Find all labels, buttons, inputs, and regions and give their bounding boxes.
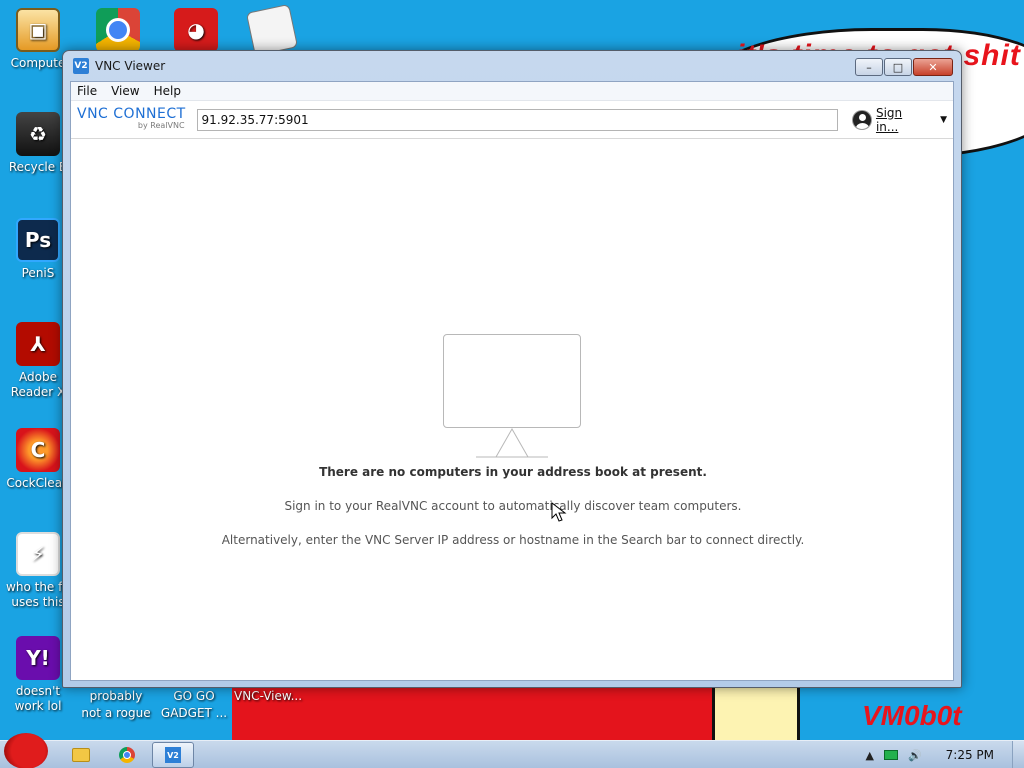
vnc-viewer-window: V2 VNC Viewer – □ ✕ File View Help VNC C… <box>62 50 962 688</box>
vnc-connect-logo: VNC CONNECT by RealVNC <box>77 105 191 131</box>
photoshop-icon: Ps <box>16 218 60 262</box>
empty-state-direct-connect-hint: Alternatively, enter the VNC Server IP a… <box>221 533 805 547</box>
desktop-icon-label: VNC-View... <box>234 689 303 703</box>
desktop-icon-label: GO GO GADGET ... <box>160 689 228 720</box>
close-button[interactable]: ✕ <box>913 58 953 76</box>
window-title: VNC Viewer <box>95 59 166 73</box>
angry-bird-icon: ◕ <box>174 8 218 52</box>
adobe-reader-icon: ⅄ <box>16 322 60 366</box>
desktop-icon-vnc-viewer[interactable]: VNC-View... <box>234 688 306 705</box>
bolt-icon: ⚡ <box>16 532 60 576</box>
vnc-app-icon: V2 <box>73 58 89 74</box>
network-icon[interactable] <box>883 750 898 760</box>
mouse-cursor-icon <box>551 502 567 522</box>
window-controls: – □ ✕ <box>854 58 953 76</box>
desktop-icon-angry-birds[interactable]: ◕ <box>158 8 234 56</box>
show-hidden-icons-button[interactable]: ▲ <box>865 749 873 762</box>
menu-view[interactable]: View <box>111 84 139 98</box>
menu-file[interactable]: File <box>77 84 97 98</box>
taskbar-chrome-button[interactable] <box>106 742 148 768</box>
address-search-input[interactable] <box>196 108 839 131</box>
empty-state-signin-hint: Sign in to your RealVNC account to autom… <box>284 499 742 513</box>
sign-in-label: Sign in... <box>875 105 903 134</box>
minimize-button[interactable]: – <box>855 58 883 76</box>
explorer-icon <box>72 748 90 762</box>
toolbar: VNC CONNECT by RealVNC Sign in... ▼ <box>71 101 953 139</box>
volume-icon[interactable]: 🔊 <box>908 749 922 762</box>
ccleaner-icon: C <box>16 428 60 472</box>
user-avatar-icon <box>852 109 872 130</box>
system-tray: ▲ 🔊 7:25 PM <box>865 741 1024 768</box>
vnc-viewer-icon: V2 <box>165 747 181 763</box>
menu-bar: File View Help <box>71 82 953 101</box>
chrome-icon <box>119 747 135 763</box>
wallpaper-yellow-block <box>712 688 800 740</box>
document-icon <box>245 3 299 57</box>
desktop-icon-probably-not-a-rogue[interactable]: probably not a rogue <box>80 688 152 722</box>
monitor-icon <box>443 334 581 428</box>
empty-state-heading: There are no computers in your address b… <box>319 465 707 479</box>
desktop-icon-chrome[interactable] <box>80 8 156 56</box>
taskbar: V2 ▲ 🔊 7:25 PM <box>0 733 1024 768</box>
chrome-icon <box>96 8 140 52</box>
desktop-icon-go-go-gadget[interactable]: GO GO GADGET ... <box>158 688 230 722</box>
start-button[interactable] <box>4 733 48 768</box>
window-titlebar[interactable]: V2 VNC Viewer – □ ✕ <box>63 51 961 81</box>
show-desktop-button[interactable] <box>1012 741 1024 768</box>
wallpaper-sign: VM0b0t <box>862 700 962 731</box>
window-client-area: File View Help VNC CONNECT by RealVNC Si… <box>70 81 954 681</box>
maximize-button[interactable]: □ <box>884 58 912 76</box>
taskbar-vnc-viewer-button[interactable]: V2 <box>152 742 194 768</box>
sign-in-button[interactable]: Sign in... ▼ <box>852 106 947 134</box>
desktop-icon-label: probably not a rogue <box>81 689 151 720</box>
desktop-icon-label: doesn't work lol <box>14 684 62 713</box>
brand-main-text: VNC CONNECT <box>77 105 186 122</box>
computer-icon: ▣ <box>16 8 60 52</box>
monitor-stand-icon <box>476 428 548 458</box>
menu-help[interactable]: Help <box>154 84 181 98</box>
chevron-down-icon[interactable]: ▼ <box>940 115 947 125</box>
taskbar-clock[interactable]: 7:25 PM <box>946 748 994 762</box>
yahoo-icon: Y! <box>16 636 60 680</box>
recycle-bin-icon: ♻ <box>16 112 60 156</box>
taskbar-explorer-button[interactable] <box>60 742 102 768</box>
address-book-empty-state: There are no computers in your address b… <box>71 140 955 680</box>
desktop-icon-document[interactable] <box>234 3 310 57</box>
